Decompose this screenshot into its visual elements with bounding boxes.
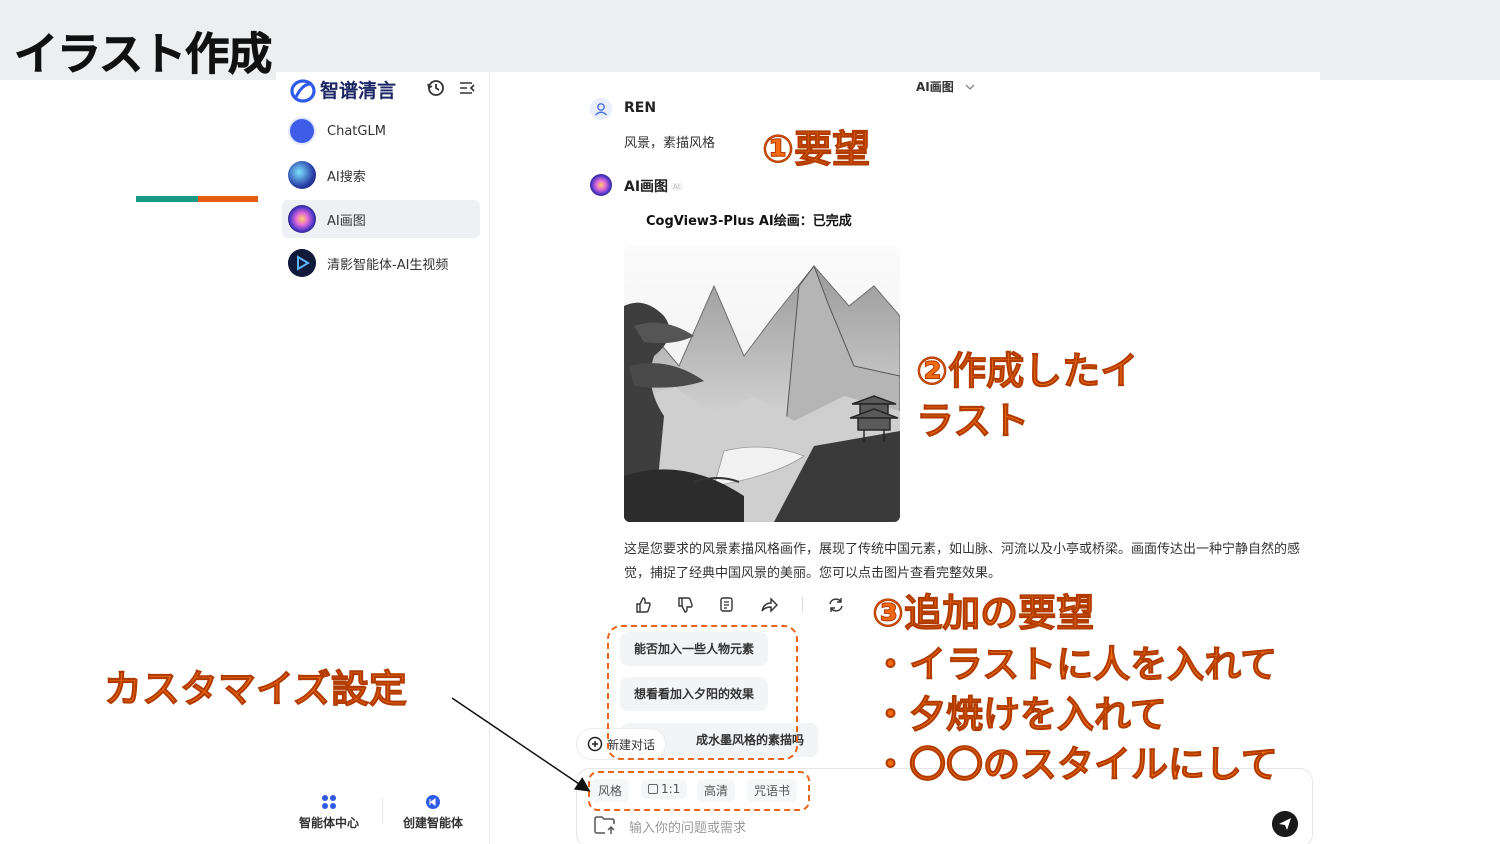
upload-folder-icon[interactable] bbox=[593, 815, 617, 835]
sidebar-item-ai-search[interactable]: AI搜索 bbox=[282, 156, 480, 194]
regenerate-icon[interactable] bbox=[827, 596, 845, 614]
create-agent-label: 创建智能体 bbox=[402, 816, 463, 830]
chatglm-icon bbox=[288, 117, 316, 145]
annotation-additional: ③追加の要望 bbox=[871, 591, 1095, 636]
divider bbox=[802, 597, 803, 613]
share-icon[interactable] bbox=[760, 596, 778, 614]
bot-name: AI画图 bbox=[624, 179, 669, 195]
sidebar-item-label: AI画图 bbox=[327, 213, 366, 229]
user-message-text: 风景，素描风格 bbox=[624, 136, 716, 151]
decorative-bar-green bbox=[136, 196, 198, 202]
annotation-created: ②作成したイ bbox=[915, 349, 1139, 394]
send-button[interactable] bbox=[1272, 811, 1298, 837]
annotation-customize: カスタマイズ設定 bbox=[104, 667, 408, 712]
ai-search-icon bbox=[288, 161, 316, 189]
new-chat-icon bbox=[587, 736, 603, 752]
ai-tag: AI bbox=[671, 183, 682, 191]
sidebar-item-label: ChatGLM bbox=[327, 123, 386, 139]
divider bbox=[382, 798, 383, 824]
sidebar-item-label: AI搜索 bbox=[327, 169, 366, 185]
bot-message: AI画图 AI CogView3-Plus AI绘画：已完成 bbox=[590, 174, 852, 229]
annotation-add-sunset: ・夕焼けを入れて bbox=[872, 693, 1168, 737]
brand[interactable]: 智谱清言 bbox=[290, 76, 396, 103]
user-avatar bbox=[590, 98, 612, 120]
annotation-add-person: ・イラストに人を入れて bbox=[871, 643, 1278, 687]
zhipu-logo-icon bbox=[290, 78, 316, 103]
user-name: REN bbox=[624, 100, 657, 116]
agent-center-icon bbox=[322, 795, 336, 809]
sidebar-item-ai-draw[interactable]: AI画图 bbox=[282, 200, 480, 238]
sidebar: 智谱清言 ChatGLM AI搜索 AI画图 清影智能体-AI生视频 智能体中心… bbox=[276, 72, 490, 844]
create-agent-link[interactable]: 创建智能体 bbox=[388, 794, 478, 831]
annotation-add-style: ・〇〇のスタイルにして bbox=[872, 743, 1279, 787]
annotation-created-line2: ラスト bbox=[915, 399, 1030, 444]
annotation-request: ①要望 bbox=[761, 127, 871, 172]
thumbs-up-icon[interactable] bbox=[634, 596, 652, 614]
bot-description: 这是您要求的风景素描风格画作，展现了传统中国元素，如山脉、河流以及小亭或桥梁。画… bbox=[624, 542, 1301, 581]
generation-status: CogView3-Plus AI绘画：已完成 bbox=[646, 214, 852, 229]
agent-center-label: 智能体中心 bbox=[298, 816, 359, 830]
model-selector-label: AI画图 bbox=[916, 80, 954, 94]
sidebar-nav: ChatGLM AI搜索 AI画图 清影智能体-AI生视频 bbox=[282, 112, 480, 288]
ai-draw-icon bbox=[288, 205, 316, 233]
decorative-bar-orange bbox=[198, 196, 258, 202]
chips-highlight-box bbox=[588, 771, 810, 811]
thumbs-down-icon[interactable] bbox=[676, 596, 694, 614]
message-input[interactable]: 输入你的问题或需求 bbox=[629, 817, 746, 836]
collapse-sidebar-icon[interactable] bbox=[458, 80, 476, 96]
sidebar-bottom-links: 智能体中心 创建智能体 bbox=[276, 794, 490, 834]
model-selector[interactable]: AI画图 bbox=[916, 78, 976, 95]
agent-center-link[interactable]: 智能体中心 bbox=[284, 794, 374, 831]
history-icon[interactable] bbox=[426, 78, 446, 98]
message-actions bbox=[634, 596, 845, 614]
sidebar-item-chatglm[interactable]: ChatGLM bbox=[282, 112, 480, 150]
generated-landscape-image[interactable] bbox=[624, 246, 900, 522]
sidebar-item-label: 清影智能体-AI生视频 bbox=[327, 257, 449, 273]
brand-name: 智谱清言 bbox=[320, 80, 397, 102]
user-message: REN 风景，素描风格 bbox=[590, 98, 715, 151]
copy-icon[interactable] bbox=[718, 596, 736, 614]
create-agent-icon bbox=[426, 795, 440, 809]
slide-title: イラスト作成 bbox=[13, 29, 272, 81]
sidebar-item-qingying-video[interactable]: 清影智能体-AI生视频 bbox=[282, 244, 480, 282]
chevron-down-icon bbox=[965, 84, 975, 90]
suggestions-highlight-box bbox=[607, 625, 798, 760]
qingying-video-icon bbox=[288, 249, 316, 277]
bot-name-row: AI画图 AI bbox=[624, 176, 682, 196]
bot-avatar bbox=[590, 174, 612, 196]
